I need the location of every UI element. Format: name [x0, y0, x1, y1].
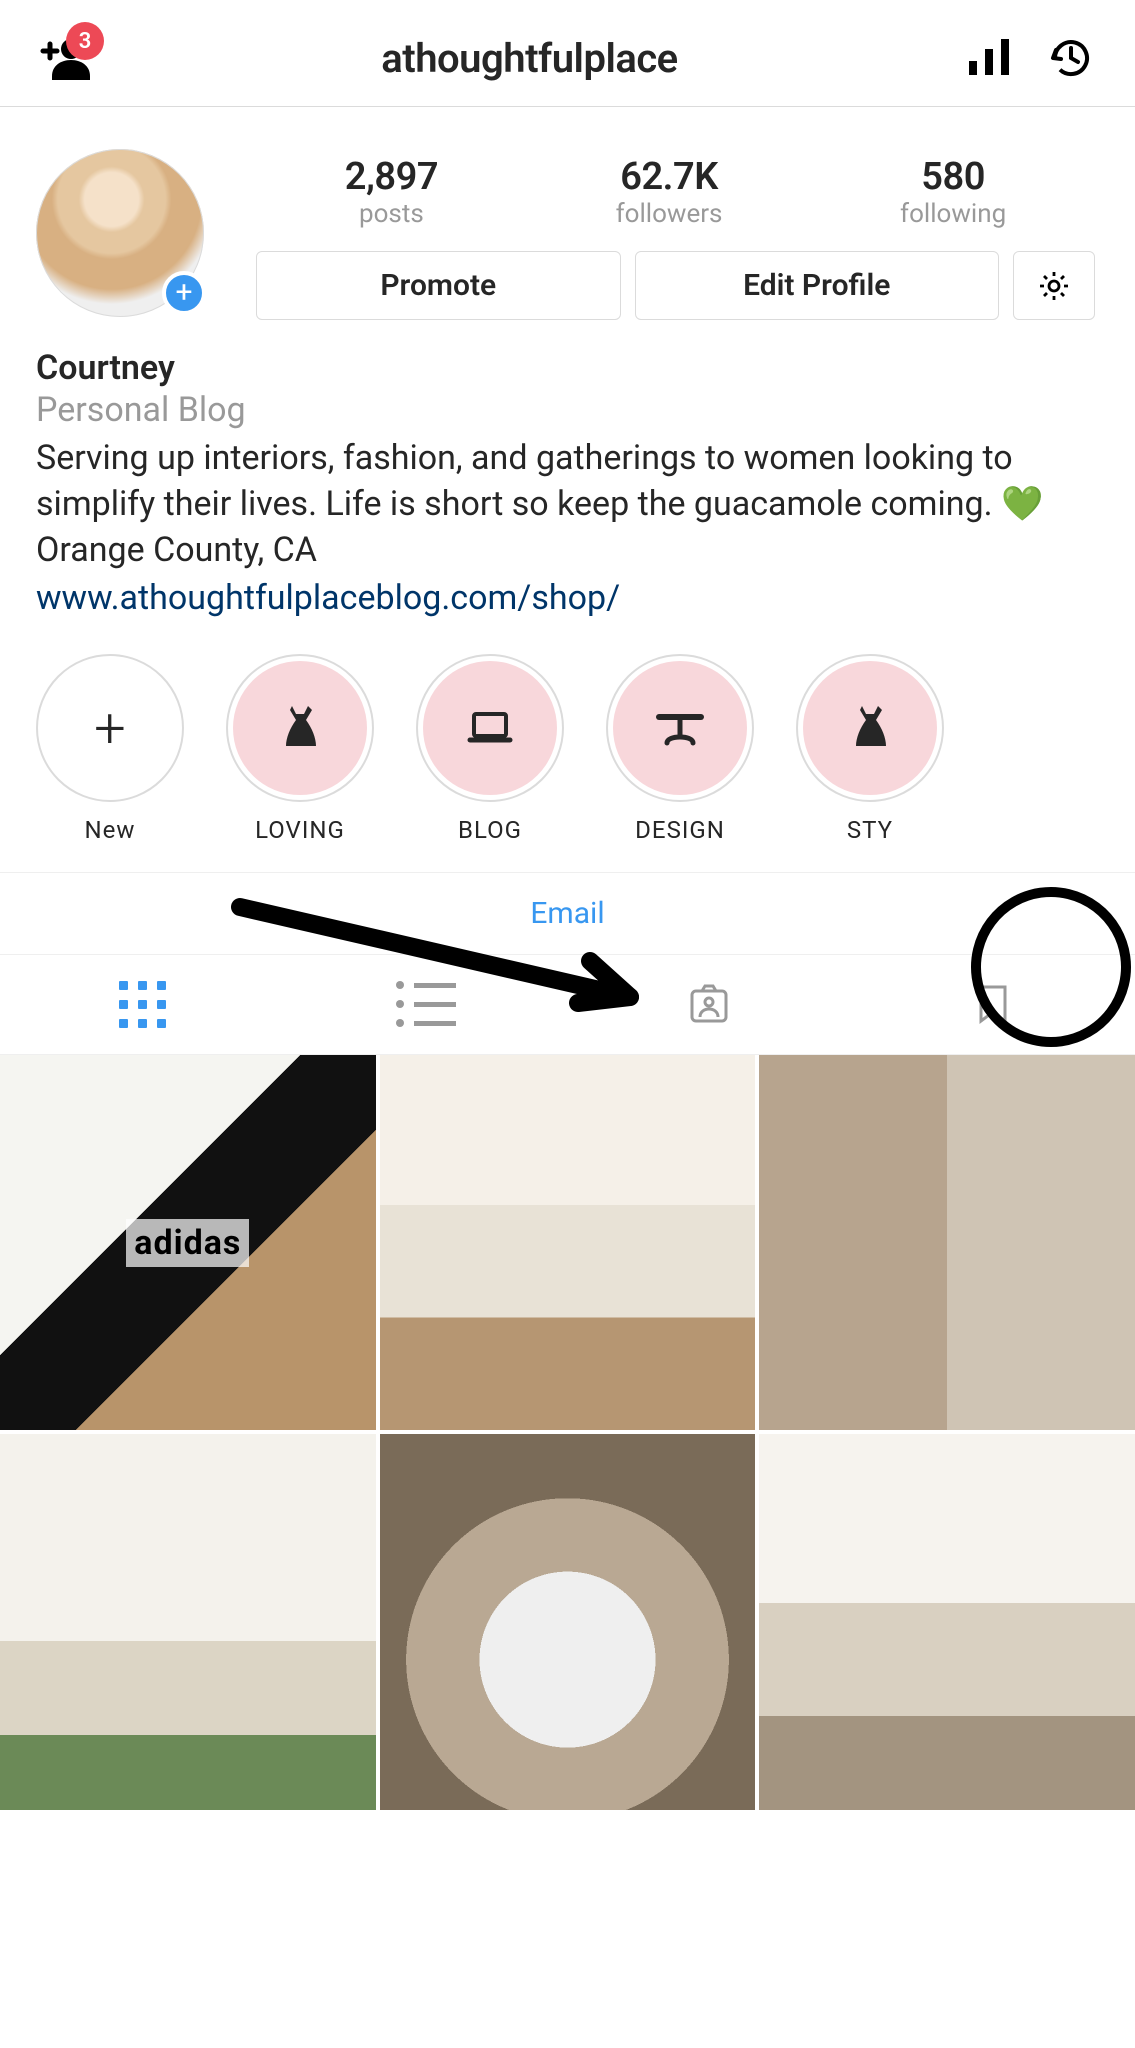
- stat-label: following: [900, 199, 1006, 229]
- stat-label: posts: [345, 199, 438, 229]
- plus-icon: +: [36, 654, 184, 802]
- top-bar: 3 athoughtfulplace: [0, 10, 1135, 107]
- heart-icon: 💚: [1001, 484, 1043, 524]
- account-category: Personal Blog: [36, 390, 1099, 430]
- promote-button[interactable]: Promote: [256, 251, 621, 320]
- view-tabs: [0, 955, 1135, 1055]
- history-icon[interactable]: [1047, 34, 1095, 82]
- stat-following[interactable]: 580 following: [900, 155, 1006, 229]
- dress-icon: [842, 700, 898, 756]
- stat-followers[interactable]: 62.7K followers: [616, 155, 723, 229]
- stat-value: 62.7K: [616, 155, 723, 199]
- highlight-new[interactable]: + New: [36, 654, 184, 844]
- bio-link[interactable]: www.athoughtfulplaceblog.com/shop/: [36, 578, 1099, 618]
- discover-people-button[interactable]: 3: [40, 36, 92, 80]
- highlight-blog[interactable]: BLOG: [416, 654, 564, 844]
- tab-grid[interactable]: [0, 955, 284, 1054]
- grid-icon: [119, 981, 165, 1027]
- settings-button[interactable]: [1013, 251, 1095, 320]
- display-name: Courtney: [36, 348, 1099, 388]
- email-button[interactable]: Email: [0, 873, 1135, 955]
- bio-text: Serving up interiors, fashion, and gathe…: [36, 436, 1099, 574]
- bio-text-pre: Serving up interiors, fashion, and gathe…: [36, 438, 1013, 524]
- post-thumbnail[interactable]: [759, 1055, 1135, 1431]
- post-thumbnail[interactable]: [0, 1434, 376, 1810]
- bio: Courtney Personal Blog Serving up interi…: [0, 320, 1135, 618]
- post-thumbnail[interactable]: [380, 1055, 756, 1431]
- laptop-icon: [462, 700, 518, 756]
- highlight-label: New: [85, 816, 136, 844]
- notification-badge: 3: [66, 22, 104, 60]
- edit-profile-button[interactable]: Edit Profile: [635, 251, 1000, 320]
- add-story-icon[interactable]: +: [162, 271, 206, 315]
- insights-icon[interactable]: [967, 39, 1011, 77]
- highlight-label: LOVING: [255, 816, 345, 844]
- post-thumbnail[interactable]: [759, 1434, 1135, 1810]
- profile-username: athoughtfulplace: [381, 35, 677, 82]
- tab-list[interactable]: [284, 955, 568, 1054]
- highlight-loving[interactable]: LOVING: [226, 654, 374, 844]
- post-grid: [0, 1055, 1135, 1810]
- email-label: Email: [530, 896, 604, 931]
- highlight-label: BLOG: [458, 816, 522, 844]
- highlight-label: DESIGN: [635, 816, 725, 844]
- bookmark-icon: [970, 981, 1016, 1027]
- stat-posts[interactable]: 2,897 posts: [345, 155, 438, 229]
- stats-row: 2,897 posts 62.7K followers 580 followin…: [252, 155, 1099, 229]
- post-thumbnail[interactable]: [0, 1055, 376, 1431]
- stat-label: followers: [616, 199, 723, 229]
- highlight-style[interactable]: STY: [796, 654, 944, 844]
- highlight-design[interactable]: DESIGN: [606, 654, 754, 844]
- stat-value: 2,897: [345, 155, 438, 199]
- highlight-label: STY: [847, 816, 893, 844]
- avatar[interactable]: +: [36, 149, 204, 317]
- profile-header: + 2,897 posts 62.7K followers 580 follow…: [0, 107, 1135, 320]
- action-row: Promote Edit Profile: [252, 251, 1099, 320]
- tab-tagged[interactable]: [568, 955, 852, 1054]
- stat-value: 580: [900, 155, 1006, 199]
- dress-icon: [272, 700, 328, 756]
- gear-icon: [1037, 269, 1071, 303]
- story-highlights[interactable]: + New LOVING BLOG DESIGN STY: [0, 618, 1135, 873]
- bio-text-post: Orange County, CA: [36, 530, 317, 570]
- tagged-icon: [686, 981, 732, 1027]
- list-icon: [396, 981, 456, 1027]
- tab-saved[interactable]: [851, 955, 1135, 1054]
- post-thumbnail[interactable]: [380, 1434, 756, 1810]
- pedestal-table-icon: [651, 699, 709, 757]
